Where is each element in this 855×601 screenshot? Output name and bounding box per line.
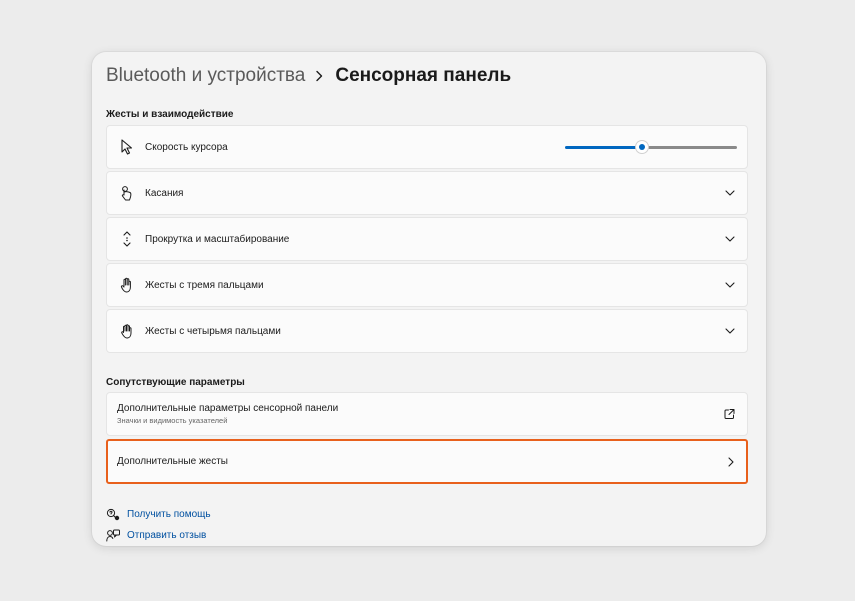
setting-scroll-zoom[interactable]: Прокрутка и масштабирование	[106, 217, 748, 261]
section-title-gestures: Жесты и взаимодействие	[106, 109, 234, 120]
setting-label: Скорость курсора	[145, 141, 228, 153]
setting-label: Прокрутка и масштабирование	[145, 233, 290, 245]
slider-thumb[interactable]	[636, 141, 648, 153]
setting-cursor-speed: Скорость курсора	[106, 125, 748, 169]
open-external-icon[interactable]	[724, 409, 735, 420]
chevron-right-icon[interactable]	[728, 456, 734, 467]
setting-three-finger-gestures[interactable]: Жесты с тремя пальцами	[106, 263, 748, 307]
cursor-speed-slider[interactable]	[565, 141, 737, 153]
feedback-icon	[106, 529, 120, 543]
chevron-down-icon[interactable]	[725, 282, 735, 288]
slider-track	[648, 146, 737, 149]
help-icon	[106, 508, 120, 522]
section-title-related: Сопутствующие параметры	[106, 377, 245, 388]
related-label: Дополнительные параметры сенсорной панел…	[117, 403, 339, 414]
related-label: Дополнительные жесты	[117, 456, 228, 467]
settings-window: Bluetooth и устройства Сенсорная панель …	[92, 52, 766, 546]
breadcrumb: Bluetooth и устройства Сенсорная панель	[106, 62, 511, 90]
related-additional-gestures[interactable]: Дополнительные жесты	[106, 439, 748, 484]
breadcrumb-parent[interactable]: Bluetooth и устройства	[106, 65, 305, 87]
four-finger-hand-icon	[119, 323, 135, 339]
chevron-down-icon[interactable]	[725, 328, 735, 334]
related-sublabel: Значки и видимость указателей	[117, 416, 228, 425]
feedback-link-row[interactable]: Отправить отзыв	[106, 525, 211, 546]
feedback-link[interactable]: Отправить отзыв	[127, 530, 206, 541]
tap-hand-icon	[119, 185, 135, 201]
help-link[interactable]: Получить помощь	[127, 509, 211, 520]
setting-four-finger-gestures[interactable]: Жесты с четырьмя пальцами	[106, 309, 748, 353]
page-title: Сенсорная панель	[335, 65, 512, 86]
setting-label: Жесты с тремя пальцами	[145, 279, 264, 291]
setting-taps[interactable]: Касания	[106, 171, 748, 215]
setting-label: Касания	[145, 187, 184, 199]
chevron-down-icon[interactable]	[725, 190, 735, 196]
related-text: Дополнительные параметры сенсорной панел…	[117, 403, 338, 425]
three-finger-hand-icon	[119, 277, 135, 293]
help-link-row[interactable]: Получить помощь	[106, 504, 211, 525]
setting-label: Жесты с четырьмя пальцами	[145, 325, 281, 337]
pointer-icon	[119, 139, 135, 155]
footer-links: Получить помощь Отправить отзыв	[106, 504, 211, 546]
scroll-arrows-icon	[119, 231, 135, 247]
slider-track-fill	[565, 146, 637, 149]
chevron-right-icon	[315, 70, 323, 82]
chevron-down-icon[interactable]	[725, 236, 735, 242]
related-additional-touchpad-settings[interactable]: Дополнительные параметры сенсорной панел…	[106, 392, 748, 436]
